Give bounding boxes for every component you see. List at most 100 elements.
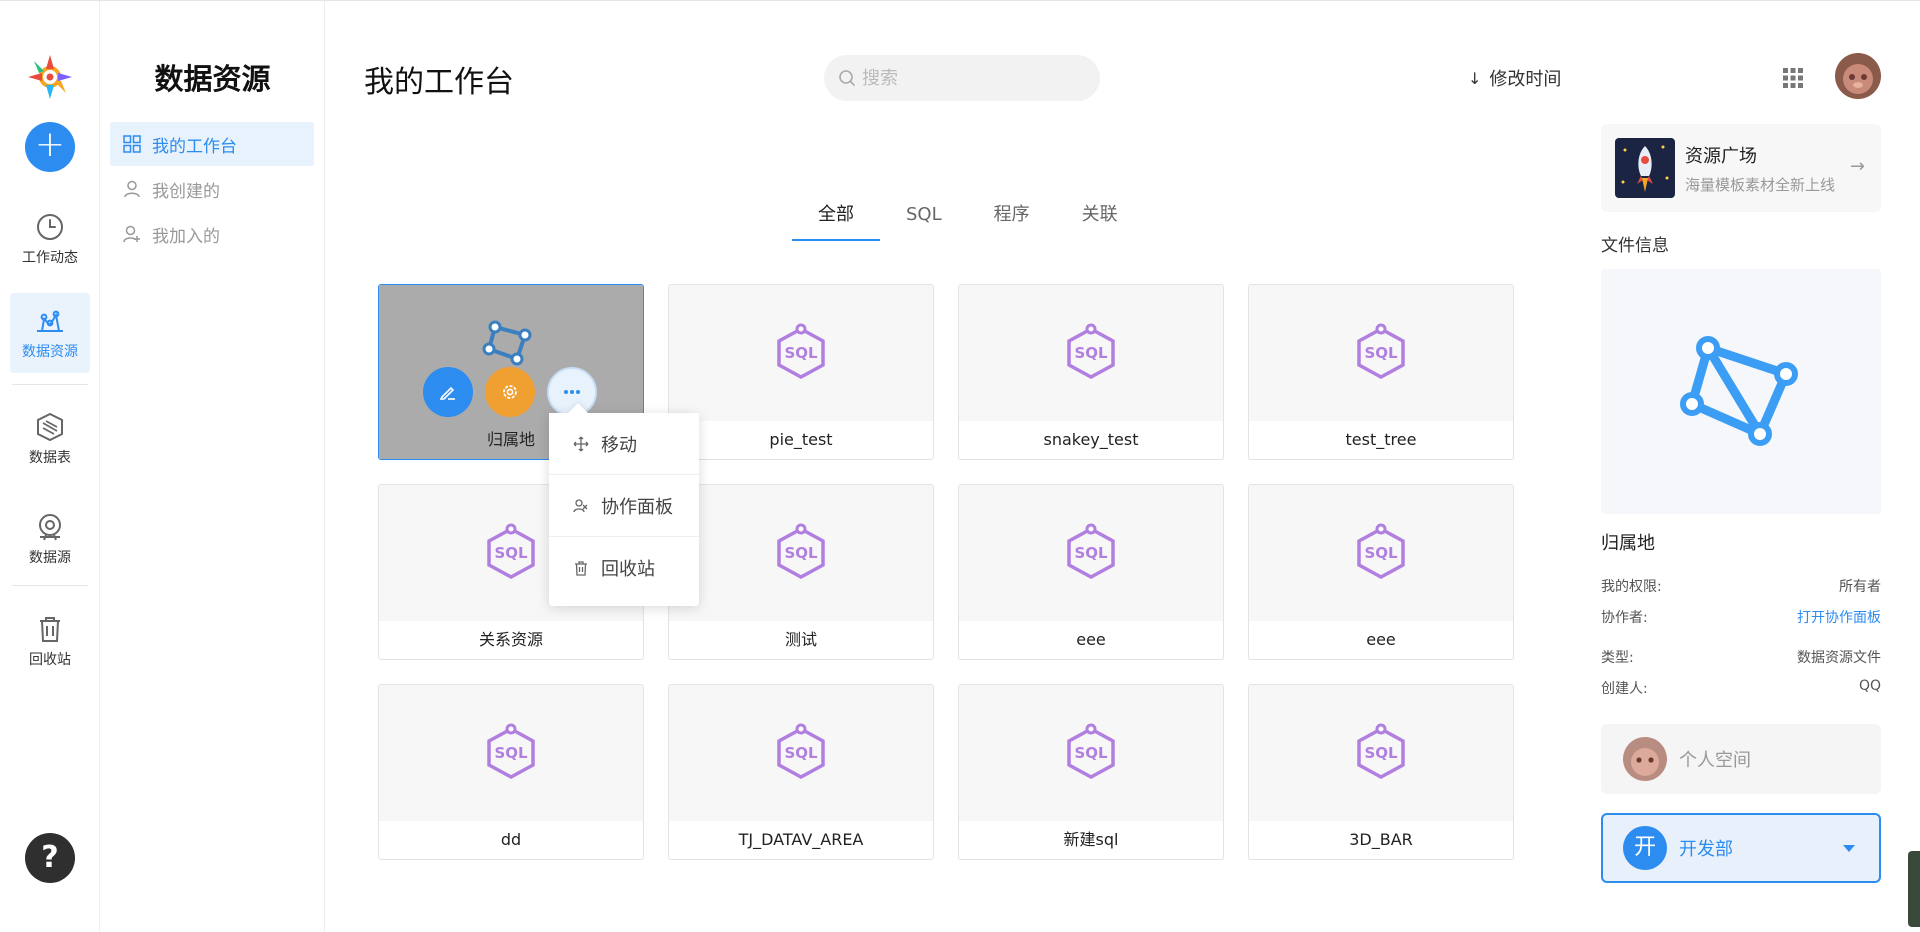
user-add-icon <box>123 225 140 243</box>
avatar <box>1623 737 1667 781</box>
relation-graph-icon <box>482 320 532 366</box>
user-icon <box>124 180 140 198</box>
file-card[interactable]: SQL pie_test <box>668 284 934 460</box>
open-collab-panel-link[interactable]: 打开协作面板 <box>1797 607 1881 627</box>
svg-text:SQL: SQL <box>784 344 818 362</box>
sidebar-title: 数据资源 <box>154 62 271 96</box>
file-thumbnail: SQL <box>959 285 1223 421</box>
menu-item-move[interactable]: 移动 <box>549 413 699 475</box>
tab-program[interactable]: 程序 <box>968 201 1056 241</box>
nav-item-data-table[interactable]: 数据表 <box>10 399 90 479</box>
file-name: 3D_BAR <box>1349 830 1413 849</box>
file-card[interactable]: SQL 测试 <box>668 484 934 660</box>
file-info-key: 类型: <box>1601 650 1634 666</box>
personal-space-button[interactable]: 个人空间 <box>1601 724 1881 794</box>
page-title: 我的工作台 <box>364 65 514 100</box>
file-thumbnail: SQL <box>959 485 1223 621</box>
file-thumbnail: SQL <box>1249 485 1513 621</box>
data-source-icon <box>39 514 61 541</box>
tab-relation[interactable]: 关联 <box>1056 201 1144 241</box>
pencil-icon <box>439 386 455 400</box>
tab-sql[interactable]: SQL <box>880 201 968 241</box>
file-info-value: 数据资源文件 <box>1797 650 1881 666</box>
department-badge: 开 <box>1623 826 1667 870</box>
tab-all[interactable]: 全部 <box>792 201 880 241</box>
sidebar-item-created-by-me[interactable]: 我创建的 <box>110 167 314 211</box>
search-input[interactable] <box>862 67 1082 89</box>
file-name: 测试 <box>784 630 817 649</box>
nav-divider <box>12 585 88 586</box>
more-dots-icon <box>564 390 580 394</box>
move-icon <box>573 436 589 451</box>
nav-item-activity[interactable]: 工作动态 <box>10 199 90 279</box>
nav-item-label: 数据资源 <box>22 344 78 360</box>
department-label: 开发部 <box>1679 839 1733 860</box>
search-box[interactable] <box>824 55 1100 101</box>
promo-text: 资源广场 海量模板素材全新上线 <box>1685 142 1835 195</box>
apps-grid-icon[interactable] <box>1782 67 1804 89</box>
sql-file-icon: SQL <box>1067 523 1115 579</box>
file-name: eee <box>1076 630 1106 649</box>
file-info-row-type: 类型: 数据资源文件 <box>1601 647 1881 667</box>
file-name: snakey_test <box>1043 430 1139 449</box>
svg-text:SQL: SQL <box>1074 544 1108 562</box>
menu-item-recycle-bin[interactable]: 回收站 <box>549 537 699 599</box>
sql-file-icon: SQL <box>1357 323 1405 379</box>
settings-button[interactable] <box>485 367 535 417</box>
nav-item-recycle-bin[interactable]: 回收站 <box>10 601 90 681</box>
file-thumbnail: SQL <box>959 685 1223 821</box>
clock-icon <box>37 214 63 240</box>
department-selector[interactable]: 开 开发部 <box>1601 813 1881 883</box>
gear-icon <box>503 385 517 399</box>
sort-label: 修改时间 <box>1489 69 1562 90</box>
resource-plaza-banner[interactable]: 资源广场 海量模板素材全新上线 → <box>1601 124 1881 212</box>
data-table-icon <box>37 412 63 442</box>
menu-item-label: 移动 <box>601 434 637 456</box>
secondary-sidebar: 数据资源 我的工作台 我创建的 我加入的 <box>100 1 325 932</box>
svg-text:SQL: SQL <box>1364 744 1398 762</box>
collab-icon <box>573 498 588 512</box>
file-card[interactable]: SQL eee <box>1248 484 1514 660</box>
help-button[interactable]: ? <box>25 833 75 883</box>
nav-item-label: 工作动态 <box>22 250 78 266</box>
nav-divider <box>12 384 88 385</box>
user-avatar[interactable] <box>1835 53 1881 99</box>
file-name: TJ_DATAV_AREA <box>738 830 864 849</box>
file-info-value: QQ <box>1858 678 1881 694</box>
sql-file-icon: SQL <box>1067 323 1115 379</box>
file-card[interactable]: SQL TJ_DATAV_AREA <box>668 684 934 860</box>
side-widget-handle[interactable] <box>1908 851 1920 927</box>
file-type-tabs: 全部 SQL 程序 关联 <box>792 201 1144 241</box>
sql-file-icon: SQL <box>1357 523 1405 579</box>
file-info-key: 我的权限: <box>1601 579 1662 595</box>
app-logo-icon[interactable] <box>24 51 76 103</box>
file-card[interactable]: SQL dd <box>378 684 644 860</box>
nav-item-data-source[interactable]: 数据源 <box>10 499 90 579</box>
sql-file-icon: SQL <box>777 523 825 579</box>
file-thumbnail: SQL <box>669 485 933 621</box>
svg-text:SQL: SQL <box>494 744 528 762</box>
file-card[interactable]: SQL test_tree <box>1248 284 1514 460</box>
nav-item-data-resource[interactable]: 数据资源 <box>10 293 90 373</box>
file-card[interactable]: SQL 新建sql <box>958 684 1224 860</box>
file-card[interactable]: SQL snakey_test <box>958 284 1224 460</box>
sidebar-item-my-workspace[interactable]: 我的工作台 <box>110 122 314 166</box>
edit-button[interactable] <box>423 367 473 417</box>
menu-item-collab-panel[interactable]: 协作面板 <box>549 475 699 537</box>
menu-item-label: 回收站 <box>601 559 655 580</box>
file-name: pie_test <box>769 430 833 449</box>
create-button[interactable]: + <box>25 122 75 172</box>
file-context-menu: 移动 协作面板 回收站 <box>549 413 699 606</box>
sql-file-icon: SQL <box>487 723 535 779</box>
sidebar-item-joined[interactable]: 我加入的 <box>110 212 314 256</box>
file-info-key: 协作者: <box>1601 610 1648 626</box>
sql-file-icon: SQL <box>1067 723 1115 779</box>
sort-by-modified-time[interactable]: ↓ 修改时间 <box>1468 65 1561 91</box>
nav-item-label: 回收站 <box>29 652 71 668</box>
file-card[interactable]: SQL eee <box>958 484 1224 660</box>
file-card[interactable]: SQL 3D_BAR <box>1248 684 1514 860</box>
file-preview <box>1601 269 1881 514</box>
file-thumbnail: SQL <box>1249 285 1513 421</box>
sql-file-icon: SQL <box>1357 723 1405 779</box>
app-root: + 工作动态 数据资源 数据表 数据源 回收站 ? 数据资源 我的工作台 我创建… <box>0 0 1920 932</box>
